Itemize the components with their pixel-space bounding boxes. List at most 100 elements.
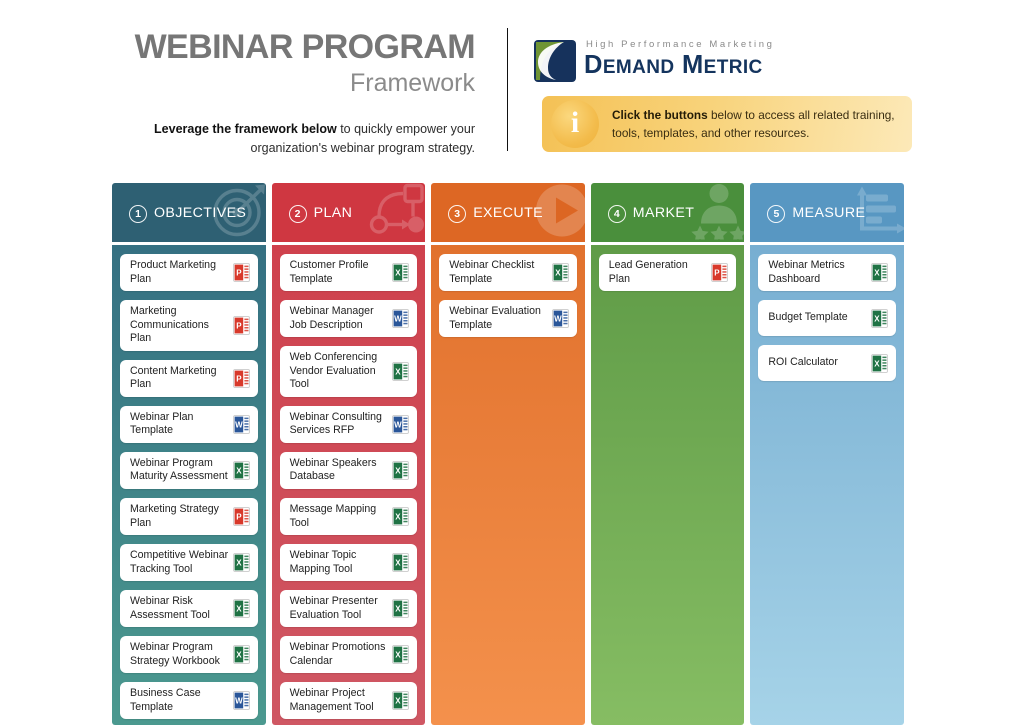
resource-card[interactable]: Webinar Promotions Calendar X — [279, 636, 418, 674]
resource-card-label: Message Mapping Tool — [289, 503, 377, 529]
column-label: PLAN — [313, 204, 353, 221]
resource-card[interactable]: Marketing Strategy Plan P — [120, 498, 258, 536]
excel-file-icon: X — [232, 461, 250, 480]
column-label: EXECUTE — [473, 204, 543, 221]
excel-file-icon: X — [392, 691, 410, 711]
page-header: WEBINAR PROGRAM Framework Leverage the f… — [0, 0, 1024, 170]
resource-card-label: Webinar Promotions Calendar — [289, 641, 386, 667]
resource-card[interactable]: Webinar Checklist Template X — [439, 254, 577, 292]
resource-card-label: Webinar Program Strategy Workbook — [130, 641, 220, 667]
pdf-file-icon: P — [232, 316, 250, 335]
resource-card-label: Competitive Webinar Tracking Tool — [130, 549, 229, 575]
resource-card-label: Budget Template — [768, 311, 848, 324]
column-header-execute[interactable]: 3 EXECUTE — [431, 183, 585, 242]
excel-file-icon: X — [392, 362, 410, 381]
column-body-objectives: Product Marketing Plan P Marketing Communi… — [112, 245, 266, 725]
resource-card[interactable]: Webinar Presenter Evaluation Tool X — [279, 590, 418, 628]
resource-card[interactable]: Webinar Metrics Dashboard X — [758, 254, 896, 292]
column-number: 2 — [288, 204, 307, 223]
framework-column-objectives: 1 OBJECTIVES Product Marketing Plan P Market… — [112, 183, 266, 725]
resource-card[interactable]: Webinar Project Management Tool X — [279, 682, 418, 720]
resource-card-label: Webinar Manager Job Description — [289, 305, 374, 331]
logo-name-metric: METRIC — [682, 51, 763, 80]
word-file-icon: W — [232, 691, 250, 711]
resource-card-label: Webinar Program Maturity Assessment — [130, 456, 228, 483]
resource-card[interactable]: Webinar Program Maturity Assessment X — [120, 451, 258, 490]
resource-card[interactable]: Web Conferencing Vendor Evaluation Tool X — [279, 346, 418, 397]
resource-card[interactable]: Product Marketing Plan P — [120, 254, 258, 292]
column-number: 5 — [767, 204, 786, 223]
excel-file-icon: X — [392, 461, 410, 480]
resource-card[interactable]: Webinar Speakers Database X — [279, 451, 418, 490]
resource-card[interactable]: ROI Calculator X — [758, 345, 896, 382]
column-body-execute: Webinar Checklist Template X Webinar Evalu… — [431, 245, 585, 725]
resource-card[interactable]: Message Mapping Tool X — [279, 498, 418, 536]
pdf-file-icon: P — [232, 263, 250, 282]
resource-card[interactable]: Webinar Topic Mapping Tool X — [279, 544, 418, 582]
resource-card[interactable]: Webinar Manager Job Description W — [279, 300, 418, 338]
column-header-measure[interactable]: 5 MEASURE — [750, 183, 904, 242]
resource-card[interactable]: Competitive Webinar Tracking Tool X — [120, 544, 258, 582]
svg-text:X: X — [874, 269, 880, 278]
svg-text:W: W — [394, 315, 402, 324]
svg-text:X: X — [555, 269, 561, 278]
resource-card-label: Webinar Project Management Tool — [289, 687, 374, 713]
demand-metric-logo: High Performance Marketing DEMAND METRIC — [534, 39, 874, 85]
resource-card[interactable]: Webinar Risk Assessment Tool X — [120, 590, 258, 628]
column-body-market: Lead Generation Plan P — [590, 245, 745, 725]
column-label: OBJECTIVES — [154, 204, 247, 221]
svg-text:P: P — [236, 322, 242, 331]
resource-card-label: Lead Generation Plan — [608, 259, 688, 285]
intro-text: Leverage the framework below to quickly … — [110, 120, 475, 158]
excel-file-icon: X — [392, 507, 410, 526]
resource-card[interactable]: Webinar Plan Template W — [120, 405, 258, 443]
column-label: MARKET — [632, 204, 695, 221]
resource-card-label: Webinar Topic Mapping Tool — [289, 549, 357, 575]
word-file-icon: W — [392, 415, 410, 434]
flowchart-icon — [369, 183, 425, 242]
column-body-plan: Customer Profile Template X Webinar Manage… — [271, 245, 426, 725]
column-header-objectives[interactable]: 1 OBJECTIVES — [112, 183, 266, 242]
svg-text:X: X — [236, 467, 242, 476]
svg-text:X: X — [395, 605, 401, 614]
webinar-program-framework-page: WEBINAR PROGRAM Framework Leverage the f… — [0, 0, 1024, 725]
resource-card[interactable]: Webinar Program Strategy Workbook X — [120, 636, 258, 674]
resource-card[interactable]: Content Marketing Plan P — [120, 359, 258, 397]
resource-card[interactable]: Budget Template X — [758, 300, 896, 337]
resource-card[interactable]: Customer Profile Template X — [279, 254, 418, 292]
word-file-icon: W — [392, 309, 410, 328]
resource-card[interactable]: Marketing Communications Plan P — [120, 300, 258, 351]
resource-card-label: ROI Calculator — [768, 356, 838, 369]
column-label: MEASURE — [792, 204, 866, 221]
framework-column-measure: 5 MEASURE Webinar Metrics Dashboard X Budget… — [750, 183, 904, 725]
info-banner-text-bold: Click the buttons — [612, 108, 708, 122]
resource-card-label: Content Marketing Plan — [130, 364, 217, 391]
excel-file-icon: X — [232, 645, 250, 665]
column-number: 1 — [129, 204, 147, 223]
resource-card[interactable]: Lead Generation Plan P — [598, 254, 737, 292]
page-title: WEBINAR PROGRAM Framework — [110, 29, 476, 99]
framework-column-execute: 3 EXECUTE Webinar Checklist Template X Webin… — [431, 183, 585, 725]
svg-text:X: X — [395, 368, 401, 377]
svg-text:X: X — [395, 559, 401, 568]
excel-file-icon: X — [232, 553, 250, 573]
column-header-market[interactable]: 4 MARKET — [590, 183, 745, 242]
resource-card-label: Webinar Consulting Services RFP — [289, 410, 382, 437]
logo-mark-icon — [534, 40, 576, 82]
logo-text: High Performance Marketing DEMAND METRIC — [584, 39, 775, 81]
audience-icon — [688, 183, 745, 242]
column-header-plan[interactable]: 2 PLAN — [271, 183, 426, 242]
logo-tagline: High Performance Marketing — [586, 39, 775, 50]
svg-text:P: P — [715, 269, 721, 278]
resource-card[interactable]: Webinar Consulting Services RFP W — [279, 405, 418, 443]
resource-card[interactable]: Business Case Template W — [120, 682, 258, 720]
resource-card-label: Webinar Risk Assessment Tool — [130, 595, 210, 621]
svg-text:W: W — [235, 697, 243, 706]
resource-card[interactable]: Webinar Evaluation Template W — [439, 300, 577, 338]
excel-file-icon: X — [392, 645, 410, 665]
resource-card-label: Customer Profile Template — [289, 259, 369, 285]
svg-text:X: X — [395, 697, 401, 706]
svg-text:X: X — [874, 359, 880, 368]
resource-card-label: Webinar Speakers Database — [289, 456, 377, 483]
info-icon-glyph: i — [570, 106, 580, 139]
